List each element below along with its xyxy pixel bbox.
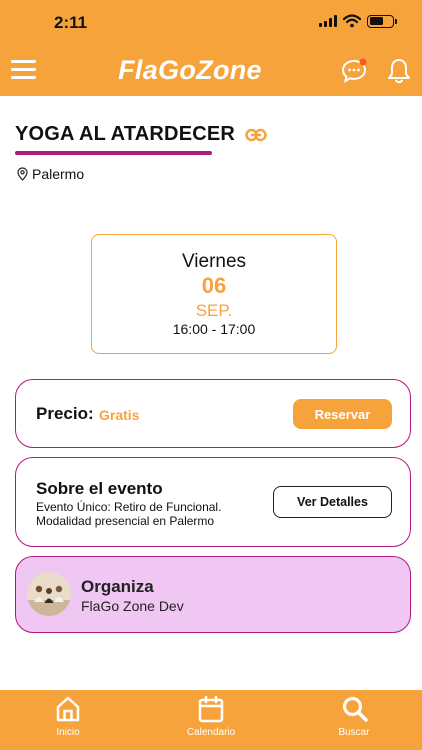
title-underline — [15, 151, 212, 155]
event-title-row: YOGA AL ATARDECER — [15, 123, 267, 146]
nav-item-calendario[interactable]: Calendario — [161, 690, 261, 750]
location-pin-icon — [17, 167, 28, 181]
price-label: Precio: — [36, 404, 94, 423]
about-title: Sobre el evento — [36, 479, 163, 498]
battery-icon — [367, 14, 397, 28]
status-time: 2:11 — [54, 13, 88, 32]
organizer-card[interactable]: Organiza FlaGo Zone Dev — [15, 556, 411, 633]
wifi-icon — [343, 14, 361, 28]
app-header: 2:11 FlaGoZone — [0, 0, 422, 96]
status-icons — [319, 14, 397, 28]
home-icon — [56, 696, 80, 722]
details-button[interactable]: Ver Detalles — [273, 486, 392, 518]
organizer-label: Organiza — [81, 577, 154, 596]
event-location: Palermo — [17, 166, 84, 182]
organizer-avatar — [27, 572, 71, 616]
signal-icon — [319, 15, 337, 27]
location-text: Palermo — [32, 166, 85, 182]
nav-label-calendario: Calendario — [186, 727, 236, 738]
nav-item-inicio[interactable]: Inicio — [18, 690, 118, 750]
nav-label-inicio: Inicio — [56, 727, 80, 738]
bottom-nav: Inicio Calendario Buscar — [0, 690, 422, 750]
about-card: Sobre el evento Evento Único: Retiro de … — [15, 457, 411, 547]
price-value: Gratis — [99, 407, 140, 423]
price-card: Precio: Gratis Reservar — [15, 379, 411, 448]
search-icon — [342, 696, 368, 722]
date-weekday: Viernes — [181, 251, 247, 272]
date-time-range: 16:00 - 17:00 — [172, 321, 256, 337]
date-month: SEP. — [195, 301, 233, 320]
calendar-icon — [198, 695, 224, 723]
event-title: YOGA AL ATARDECER — [15, 123, 236, 145]
nav-label-buscar: Buscar — [338, 727, 370, 738]
link-icon[interactable] — [245, 127, 267, 143]
reserve-button[interactable]: Reservar — [293, 399, 392, 429]
chat-icon[interactable] — [340, 57, 368, 85]
brand-logo: FlaGoZone — [118, 55, 262, 85]
nav-item-buscar[interactable]: Buscar — [304, 690, 404, 750]
about-description: Evento Único: Retiro de Funcional. Modal… — [36, 500, 222, 528]
bell-icon[interactable] — [385, 57, 413, 85]
date-day-number: 06 — [201, 273, 227, 298]
date-card: Viernes 06 SEP. 16:00 - 17:00 — [91, 234, 337, 354]
organizer-name: FlaGo Zone Dev — [81, 598, 184, 614]
